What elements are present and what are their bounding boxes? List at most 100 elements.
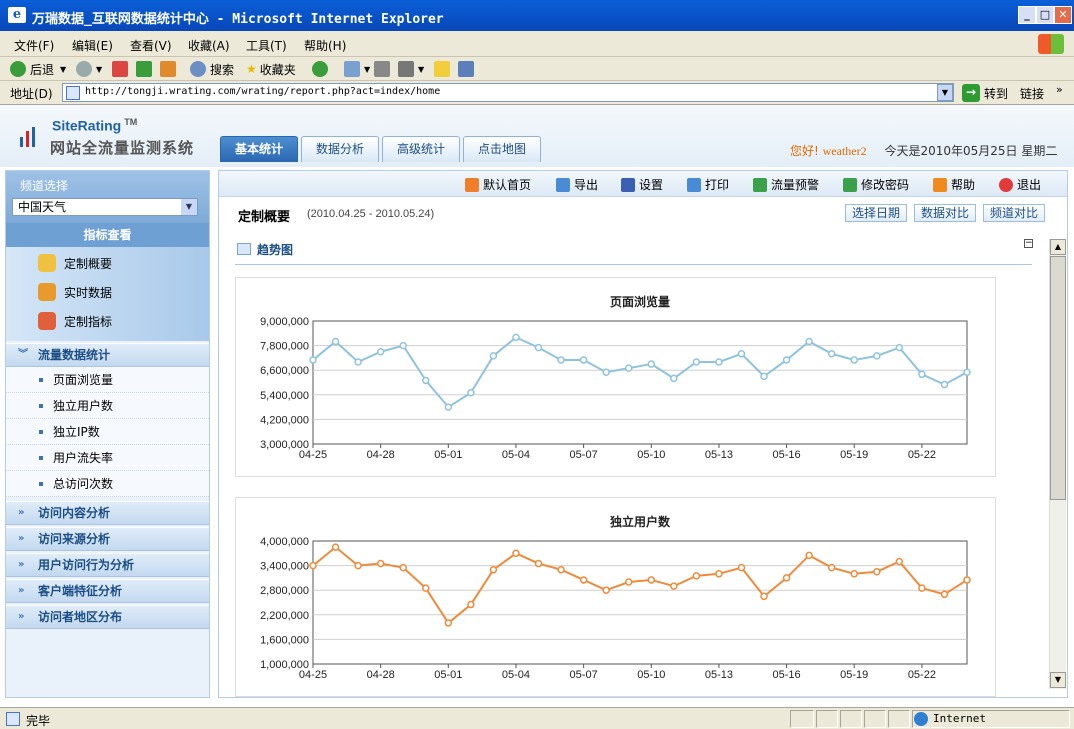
history-button[interactable] <box>312 60 332 78</box>
status-segment <box>840 710 862 728</box>
go-arrow-icon[interactable]: → <box>962 84 980 102</box>
user-greeting: 您好! weather2 今天是2010年05月25日 星期二 <box>790 144 1058 158</box>
default-home-link[interactable]: 默认首页 <box>465 176 531 193</box>
menu-help[interactable]: 帮助(H) <box>304 37 346 54</box>
scroll-up-button[interactable]: ▲ <box>1050 239 1066 255</box>
favorites-button[interactable]: ★ 收藏夹 <box>246 60 296 78</box>
x-tick-label: 05-19 <box>840 449 868 461</box>
maximize-button[interactable]: □ <box>1036 6 1054 24</box>
menu-file[interactable]: 文件(F) <box>14 37 54 54</box>
menu-favorites[interactable]: 收藏(A) <box>188 37 230 54</box>
nav-total-visits[interactable]: 总访问次数 <box>6 471 209 497</box>
data-point <box>512 333 520 342</box>
data-point <box>827 563 836 572</box>
minimize-button[interactable]: _ <box>1018 6 1036 24</box>
data-point <box>782 574 791 582</box>
data-point <box>895 343 904 352</box>
refresh-button[interactable] <box>136 60 156 78</box>
tab-basic-stats[interactable]: 基本统计 <box>220 136 298 162</box>
stop-button[interactable] <box>112 60 132 78</box>
y-tick-label: 2,200,000 <box>260 610 309 622</box>
data-point <box>647 360 656 368</box>
export-link[interactable]: 导出 <box>556 176 598 193</box>
nav-churn-rate[interactable]: 用户流失率 <box>6 445 209 471</box>
main-scrollbar[interactable]: ▲ ▼ <box>1049 239 1066 689</box>
x-tick-label: 05-07 <box>570 449 598 461</box>
menu-view[interactable]: 查看(V) <box>130 37 172 54</box>
data-compare-button[interactable]: 数据对比 <box>914 204 976 222</box>
x-tick-label: 05-13 <box>705 669 733 681</box>
data-point <box>444 619 453 627</box>
section-traffic-stats[interactable]: ︾ 流量数据统计 <box>6 343 209 367</box>
scroll-down-button[interactable]: ▼ <box>1050 672 1066 688</box>
chevron-right-icon[interactable]: » <box>1056 83 1063 96</box>
address-dropdown-button[interactable]: ▼ <box>937 84 953 101</box>
edit-button[interactable]: ▼ <box>398 60 424 78</box>
x-tick-label: 05-01 <box>434 669 462 681</box>
chevron-right-icon: » <box>18 507 25 518</box>
tab-advanced-stats[interactable]: 高级统计 <box>382 136 460 162</box>
chart-unique-users-svg: 独立用户数1,000,0001,600,0002,200,0002,800,00… <box>260 514 971 681</box>
section-content-analysis[interactable]: » 访问内容分析 <box>6 501 209 525</box>
print-button[interactable] <box>374 60 394 78</box>
data-point <box>331 337 340 346</box>
data-point <box>489 565 498 574</box>
menu-edit[interactable]: 编辑(E) <box>72 37 113 54</box>
nav-page-views[interactable]: 页面浏览量 <box>6 367 209 393</box>
search-button[interactable]: 搜索 <box>190 60 234 78</box>
section-source-analysis[interactable]: » 访问来源分析 <box>6 527 209 551</box>
nav-unique-ips[interactable]: 独立IP数 <box>6 419 209 445</box>
menu-tools[interactable]: 工具(T) <box>246 37 287 54</box>
chart-title: 页面浏览量 <box>610 294 670 309</box>
scroll-thumb[interactable] <box>1050 256 1066 500</box>
data-point <box>782 356 791 364</box>
globe-icon <box>914 712 928 726</box>
channel-compare-button[interactable]: 频道对比 <box>983 204 1045 222</box>
settings-link[interactable]: 设置 <box>621 176 663 193</box>
traffic-alert-link[interactable]: 流量预警 <box>753 176 819 193</box>
username-link[interactable]: weather2 <box>823 144 867 158</box>
logout-link[interactable]: 退出 <box>999 176 1041 193</box>
help-link[interactable]: 帮助 <box>933 176 975 193</box>
section-client-analysis[interactable]: » 客户端特征分析 <box>6 579 209 603</box>
forward-button[interactable]: ▼ <box>76 60 102 78</box>
tab-data-analysis[interactable]: 数据分析 <box>301 136 379 162</box>
channel-select[interactable]: 中国天气 ▼ <box>12 198 198 216</box>
y-tick-label: 5,400,000 <box>260 390 309 402</box>
back-button[interactable]: 后退 ▼ <box>10 60 66 78</box>
messenger-button[interactable] <box>458 60 478 78</box>
edit-icon <box>398 61 414 77</box>
indicator-custom-metric[interactable]: 定制指标 <box>38 310 112 332</box>
messenger-icon <box>458 61 474 77</box>
data-point <box>940 590 949 599</box>
window-title: 万瑞数据_互联网数据统计中心 - Microsoft Internet Expl… <box>32 12 444 27</box>
indicator-custom-summary[interactable]: 定制概要 <box>38 252 112 274</box>
power-icon <box>999 177 1013 192</box>
section-region-distribution[interactable]: » 访问者地区分布 <box>6 605 209 629</box>
change-password-link[interactable]: 修改密码 <box>843 176 909 193</box>
data-point <box>399 563 407 572</box>
links-button[interactable]: 链接 <box>1020 85 1044 102</box>
select-date-button[interactable]: 选择日期 <box>845 204 907 222</box>
mail-button[interactable]: ▼ <box>344 60 370 78</box>
home-button[interactable] <box>160 60 180 78</box>
close-button[interactable]: ✕ <box>1054 6 1072 24</box>
print-link[interactable]: 打印 <box>687 176 729 193</box>
tab-click-map[interactable]: 点击地图 <box>463 136 541 162</box>
indicator-realtime[interactable]: 实时数据 <box>38 281 112 303</box>
data-point <box>399 341 407 350</box>
data-point <box>422 584 430 592</box>
data-point <box>647 576 656 584</box>
discuss-button[interactable] <box>434 60 454 78</box>
current-date: 今天是2010年05月25日 星期二 <box>884 144 1058 158</box>
y-tick-label: 7,800,000 <box>260 341 309 353</box>
section-behavior-analysis[interactable]: » 用户访问行为分析 <box>6 553 209 577</box>
nav-unique-users[interactable]: 独立用户数 <box>6 393 209 419</box>
address-input[interactable]: http://tongji.wrating.com/wrating/report… <box>62 83 954 102</box>
help-icon <box>933 177 947 192</box>
x-tick-label: 05-04 <box>502 449 530 461</box>
main-panel: 默认首页 导出 设置 打印 流量预警 修改密码 帮助 退出 定制概要 (2010… <box>218 170 1068 698</box>
browser-toolbar: 后退 ▼ ▼ 搜索 ★ 收藏夹 ▼ ▼ <box>0 57 1074 81</box>
go-button[interactable]: 转到 <box>984 85 1008 102</box>
collapse-button[interactable]: − <box>1024 239 1033 248</box>
